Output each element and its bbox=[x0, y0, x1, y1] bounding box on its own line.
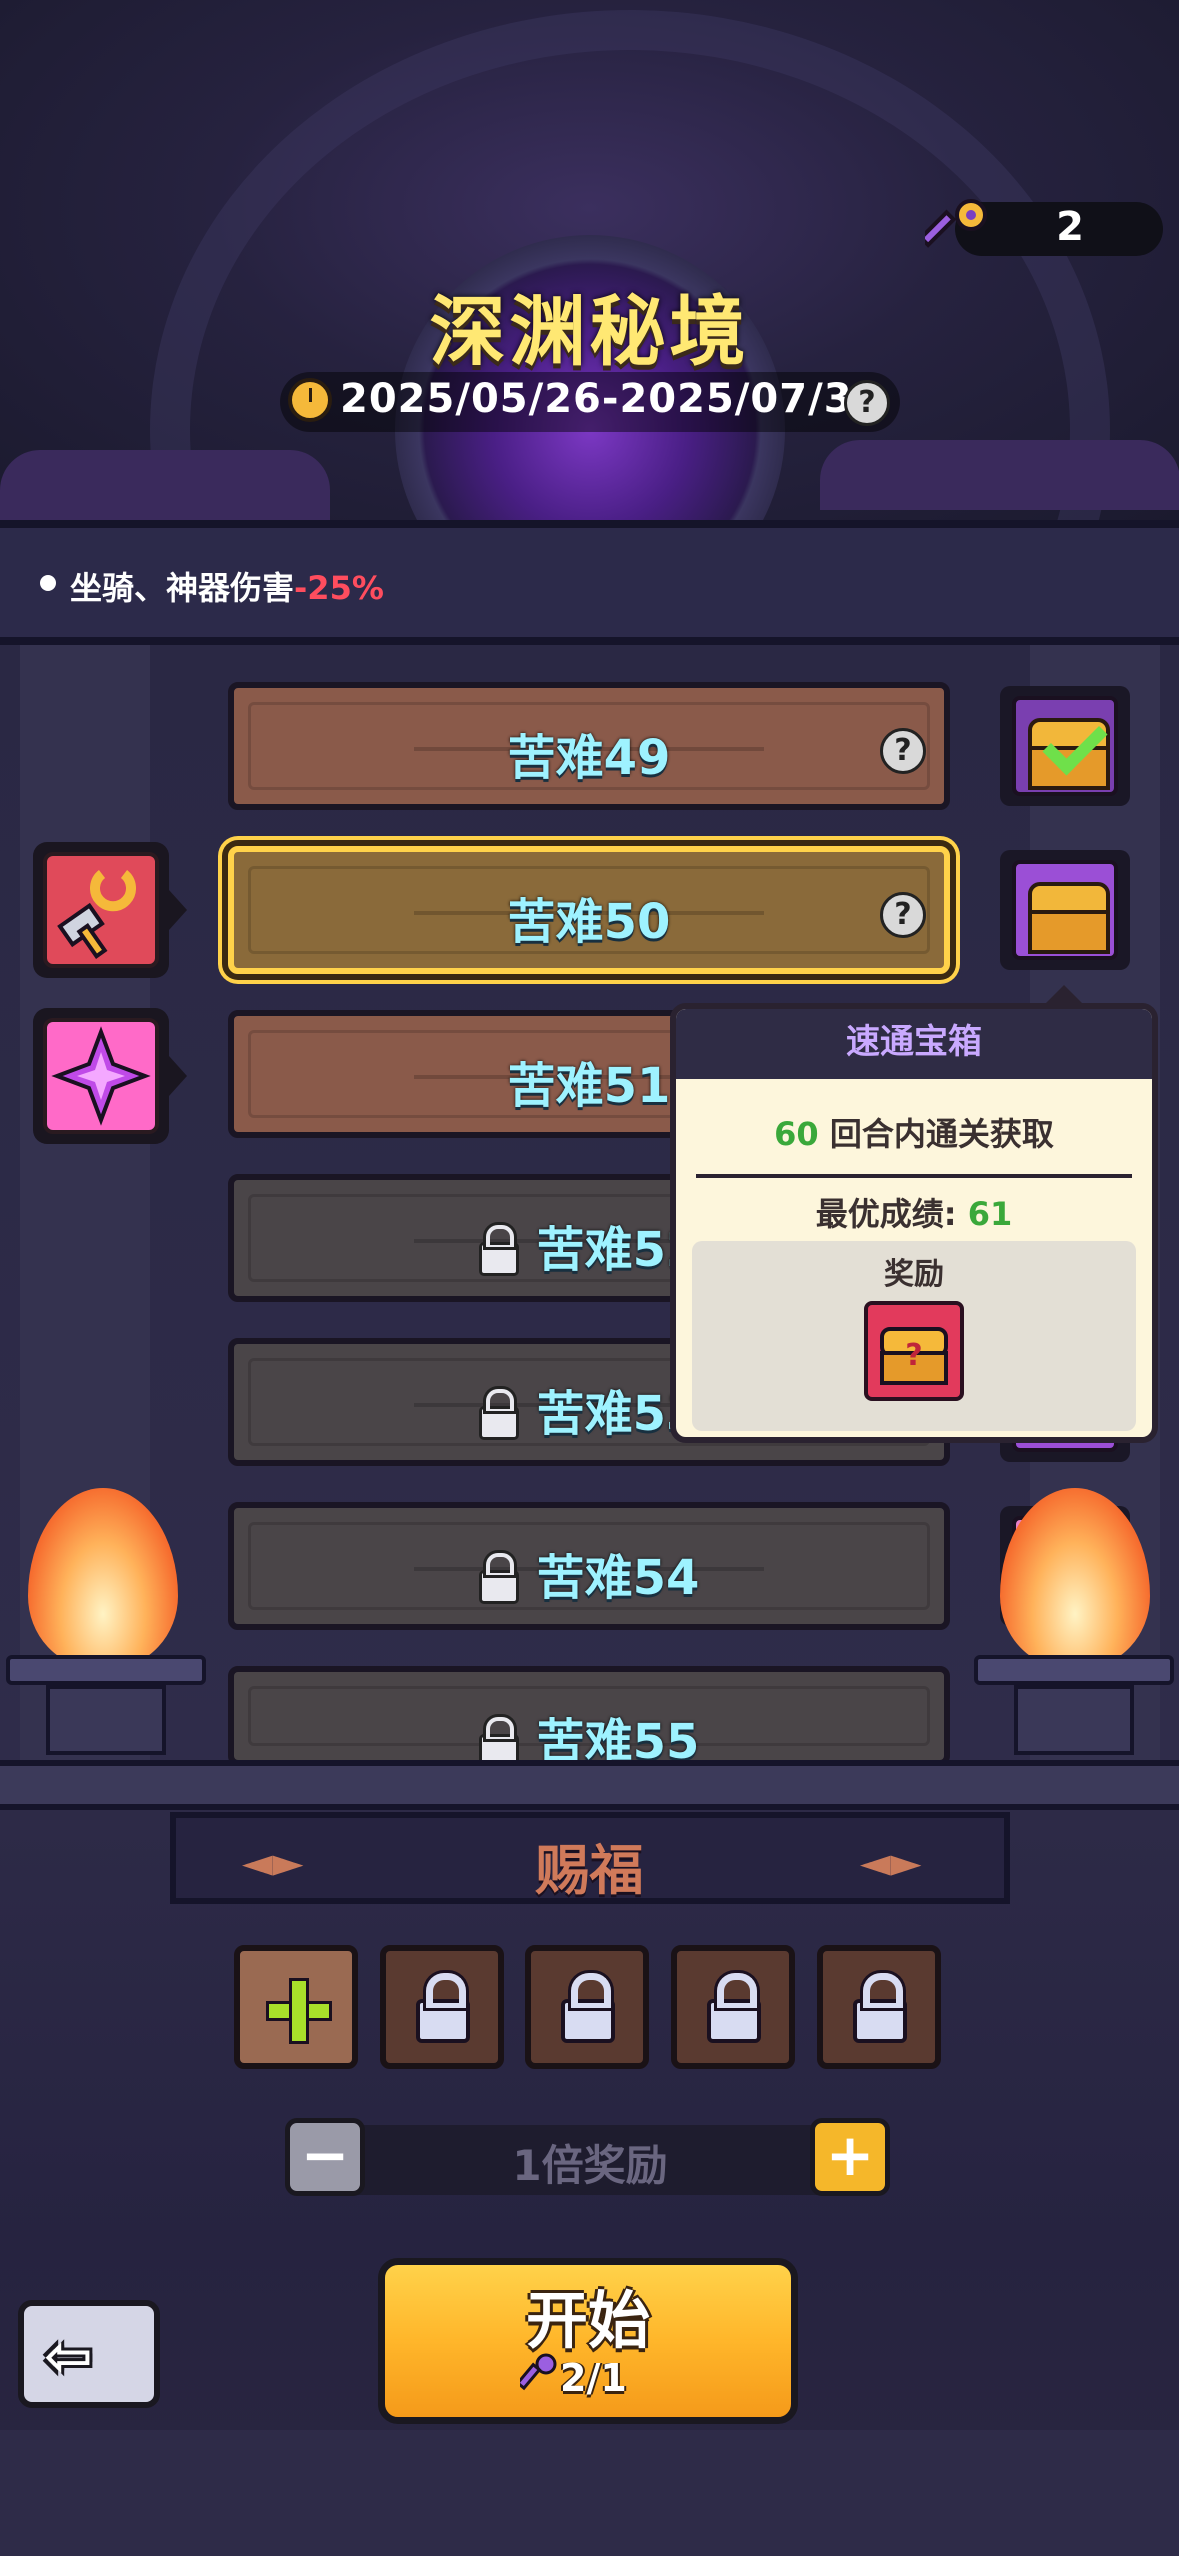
lock-icon bbox=[853, 1973, 907, 2043]
level-row-50[interactable]: 苦难50 ? bbox=[228, 846, 950, 974]
brazier-right bbox=[974, 1655, 1174, 1755]
key-icon bbox=[520, 2353, 557, 2391]
chest-icon bbox=[1012, 860, 1118, 960]
modifier-text: 坐骑、神器伤害-25% bbox=[70, 563, 384, 609]
tile-arrow bbox=[169, 890, 187, 930]
floor bbox=[0, 2430, 1179, 2556]
lock-icon bbox=[478, 1225, 519, 1276]
level-label-wrap: 苦难54 bbox=[234, 1538, 944, 1608]
reward-tile-crystal[interactable] bbox=[33, 1008, 187, 1144]
reward-multiplier: 1倍奖励 bbox=[512, 2141, 668, 2190]
condition-text: 回合内通关获取 bbox=[818, 1115, 1054, 1153]
increase-multiplier-button[interactable]: + bbox=[810, 2118, 890, 2196]
best-value: 61 bbox=[967, 1195, 1013, 1233]
decrease-multiplier-button[interactable]: − bbox=[285, 2118, 365, 2196]
chest-box bbox=[1028, 910, 1110, 954]
level-label: 苦难49 bbox=[507, 730, 671, 786]
turn-limit: 60 bbox=[774, 1115, 819, 1153]
modifier-value: -25% bbox=[294, 569, 384, 607]
brazier-rim bbox=[974, 1655, 1174, 1685]
speedrun-chest-tooltip: 速通宝箱 60 回合内通关获取 最优成绩: 61 奖励 ? bbox=[670, 1003, 1158, 1443]
hammer-icon-graphic bbox=[57, 870, 136, 959]
crystal-icon bbox=[43, 1018, 159, 1134]
tooltip-title: 速通宝箱 bbox=[676, 1009, 1152, 1079]
brazier-body bbox=[1014, 1685, 1134, 1755]
chest-speedrun[interactable] bbox=[1000, 850, 1130, 970]
back-arrow-icon: ⇦ bbox=[44, 2322, 93, 2390]
mystery-chest-icon[interactable]: ? bbox=[864, 1301, 964, 1401]
brazier-rim bbox=[6, 1655, 206, 1685]
svg-text:?: ? bbox=[905, 1338, 922, 1373]
reward-tile-hammer[interactable] bbox=[33, 842, 187, 978]
level-help-icon[interactable]: ? bbox=[880, 892, 926, 938]
brazier-left bbox=[6, 1655, 206, 1755]
lock-icon bbox=[416, 1973, 470, 2043]
hammer-icon bbox=[43, 852, 159, 968]
blessing-slot-locked-4[interactable] bbox=[817, 1945, 941, 2069]
level-row-54[interactable]: 苦难54 bbox=[228, 1502, 950, 1630]
brazier-body bbox=[46, 1685, 166, 1755]
tile-arrow bbox=[169, 1056, 187, 1096]
blessing-slot-locked-3[interactable] bbox=[671, 1945, 795, 2069]
level-row-55[interactable]: 苦难55 bbox=[228, 1666, 950, 1770]
lock-icon bbox=[478, 1553, 519, 1604]
header-background bbox=[0, 0, 1179, 520]
blessing-title: 赐福 bbox=[535, 1839, 644, 1902]
blessing-slot-add[interactable] bbox=[234, 1945, 358, 2069]
chest-claimed[interactable] bbox=[1000, 686, 1130, 806]
tooltip-condition: 60 回合内通关获取 bbox=[676, 1109, 1152, 1155]
stopwatch-icon bbox=[288, 378, 332, 422]
rubble-left bbox=[0, 450, 330, 520]
plus-icon-vertical bbox=[289, 1978, 309, 2044]
page-title: 深渊秘境 bbox=[429, 287, 750, 376]
start-label: 开始 bbox=[525, 2284, 650, 2357]
reward-label: 奖励 bbox=[884, 1257, 944, 1292]
rubble-right bbox=[820, 440, 1179, 510]
mystery-chest-graphic: ? bbox=[880, 1327, 948, 1385]
key-count: 2 bbox=[1056, 204, 1084, 250]
event-date-range: 2025/05/26-2025/07/30 bbox=[340, 376, 882, 422]
blessing-slot-locked-2[interactable] bbox=[525, 1945, 649, 2069]
start-cost: 2/1 bbox=[560, 2356, 627, 2400]
crystal-icon-graphic bbox=[51, 1026, 151, 1126]
key-icon bbox=[925, 199, 987, 248]
stone-ledge bbox=[0, 1760, 1179, 1810]
level-help-icon[interactable]: ? bbox=[880, 728, 926, 774]
level-label: 苦难50 bbox=[507, 894, 671, 950]
lock-icon bbox=[561, 1973, 615, 2043]
blessing-slot-locked-1[interactable] bbox=[380, 1945, 504, 2069]
tooltip-divider bbox=[696, 1174, 1132, 1178]
modifier-label: 坐骑、神器伤害 bbox=[70, 569, 295, 607]
best-label: 最优成绩: bbox=[815, 1195, 968, 1233]
level-row-49[interactable]: 苦难49 ? bbox=[228, 682, 950, 810]
bullet-icon bbox=[40, 575, 56, 591]
lock-icon bbox=[707, 1973, 761, 2043]
back-button[interactable]: ⇦ bbox=[18, 2300, 160, 2408]
best-record: 最优成绩: 61 bbox=[676, 1189, 1152, 1235]
level-label: 苦难54 bbox=[536, 1550, 700, 1606]
chest-icon bbox=[1012, 696, 1118, 796]
lock-icon bbox=[478, 1389, 519, 1440]
help-icon[interactable]: ? bbox=[844, 380, 890, 426]
